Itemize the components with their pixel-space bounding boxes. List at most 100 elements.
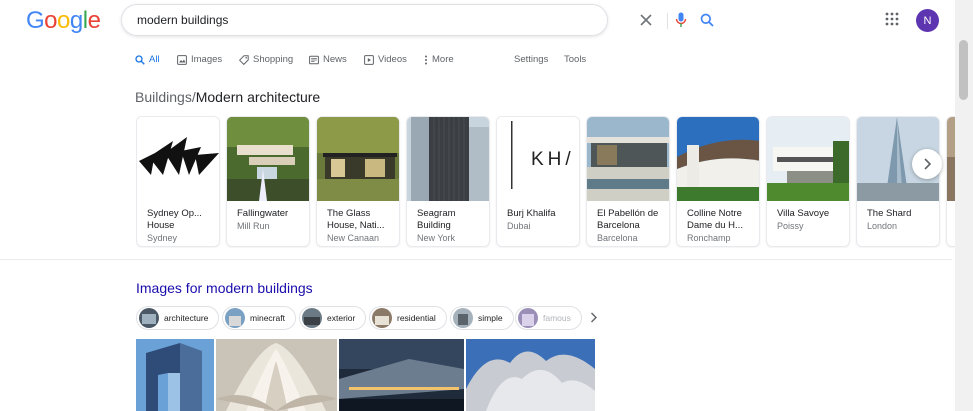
- breadcrumb-category[interactable]: Buildings: [135, 89, 192, 105]
- tab-news[interactable]: News: [309, 54, 347, 65]
- tab-label: Images: [191, 54, 223, 65]
- card-title: Burj Khalifa: [507, 208, 556, 219]
- card-thumbnail: [407, 117, 489, 201]
- carousel-next-button[interactable]: [912, 149, 942, 179]
- carousel-card-villa-savoye[interactable]: Villa Savoye Poissy: [766, 116, 850, 247]
- card-subtitle: Ronchamp: [687, 233, 731, 243]
- tab-label: Shopping: [253, 54, 294, 65]
- chip-thumbnail: [139, 308, 159, 328]
- card-subtitle: Poissy: [777, 221, 804, 231]
- page-scrollbar[interactable]: [955, 0, 973, 411]
- card-title: The Shard: [867, 208, 912, 219]
- card-title: El Pabellón de Barcelona: [597, 208, 659, 231]
- carousel-card-notre-dame-du-haut[interactable]: Colline Notre Dame du H... Ronchamp: [676, 116, 760, 247]
- card-title: Fallingwater: [237, 208, 289, 219]
- card-thumbnail: [767, 117, 849, 201]
- carousel-card-the-shard[interactable]: The Shard London: [856, 116, 940, 247]
- card-thumbnail: [317, 117, 399, 201]
- card-title: Seagram Building: [417, 208, 456, 231]
- apps-grid-icon[interactable]: [885, 12, 899, 26]
- tab-images[interactable]: Images: [177, 54, 222, 65]
- search-icon: [135, 54, 145, 65]
- image-result[interactable]: [136, 339, 214, 411]
- avatar-letter: N: [923, 14, 932, 27]
- knowledge-title: Modern architecture: [195, 89, 321, 105]
- tab-shopping[interactable]: Shopping: [239, 54, 293, 65]
- card-subtitle: London: [867, 221, 898, 231]
- chip-residential[interactable]: residential: [369, 306, 447, 330]
- chip-label: residential: [397, 313, 436, 323]
- image-result[interactable]: [466, 339, 595, 411]
- tab-label: Videos: [378, 54, 407, 65]
- logo-letter: G: [26, 7, 45, 34]
- card-subtitle: Mill Run: [237, 221, 270, 231]
- scrollbar-thumb[interactable]: [959, 40, 968, 100]
- card-title: Sydney Op... House: [147, 208, 202, 231]
- search-icon[interactable]: [698, 11, 716, 29]
- chip-label: exterior: [327, 313, 356, 323]
- tab-label: Settings: [514, 54, 549, 65]
- carousel-card-seagram-building[interactable]: Seagram Building New York: [406, 116, 490, 247]
- carousel-card-fallingwater[interactable]: Fallingwater Mill Run: [226, 116, 310, 247]
- burj-khalifa-logo-text: KH/: [531, 149, 575, 170]
- chip-thumbnail: [453, 308, 473, 328]
- tag-icon: [239, 54, 249, 65]
- logo-letter: o: [44, 7, 58, 34]
- image-result[interactable]: [216, 339, 337, 411]
- tab-all[interactable]: All: [135, 54, 160, 65]
- chip-thumbnail: [372, 308, 392, 328]
- tab-tools[interactable]: Tools: [564, 54, 586, 65]
- chip-thumbnail: [302, 308, 322, 328]
- play-icon: [364, 54, 374, 65]
- microphone-icon[interactable]: [672, 11, 690, 29]
- card-title: The Glass House, Nati...: [327, 208, 385, 231]
- card-thumbnail: KH/: [497, 117, 579, 201]
- logo-letter: e: [87, 7, 101, 34]
- card-subtitle: New Canaan: [327, 233, 380, 243]
- card-subtitle: Sydney: [147, 233, 178, 243]
- account-avatar[interactable]: N: [916, 9, 939, 32]
- chip-thumbnail: [518, 308, 538, 328]
- carousel-card-sydney-opera-house[interactable]: Sydney Op... House Sydney: [136, 116, 220, 247]
- tab-label: Tools: [564, 54, 587, 65]
- logo-letter: g: [69, 7, 83, 34]
- chip-exterior[interactable]: exterior: [299, 306, 367, 330]
- card-thumbnail: [137, 117, 219, 201]
- images-section-heading[interactable]: Images for modern buildings: [136, 280, 313, 296]
- card-title: Villa Savoye: [777, 208, 830, 219]
- search-box[interactable]: modern buildings: [121, 4, 714, 36]
- chip-famous[interactable]: famous: [515, 306, 582, 330]
- card-subtitle: Dubai: [507, 221, 531, 231]
- chip-minecraft[interactable]: minecraft: [222, 306, 296, 330]
- carousel-card-burj-khalifa[interactable]: KH/ Burj Khalifa Dubai: [496, 116, 580, 247]
- chip-label: minecraft: [250, 313, 285, 323]
- card-title: Colline Notre Dame du H...: [687, 208, 743, 231]
- chip-simple[interactable]: simple: [450, 306, 514, 330]
- knowledge-heading: Buildings/Modern architecture: [135, 89, 320, 105]
- card-thumbnail: [227, 117, 309, 201]
- chips-next-icon[interactable]: [590, 311, 597, 326]
- clear-icon[interactable]: [637, 11, 655, 29]
- more-vert-icon: [425, 55, 427, 64]
- google-logo[interactable]: Google: [26, 7, 101, 35]
- image-result[interactable]: [339, 339, 464, 411]
- news-icon: [309, 55, 319, 64]
- carousel-card-glass-house[interactable]: The Glass House, Nati... New Canaan: [316, 116, 400, 247]
- card-thumbnail: [587, 117, 669, 201]
- tab-videos[interactable]: Videos: [364, 54, 407, 65]
- chip-label: famous: [543, 313, 571, 323]
- section-divider: [0, 259, 952, 260]
- chip-architecture[interactable]: architecture: [136, 306, 220, 330]
- chip-label: architecture: [164, 313, 209, 323]
- search-input[interactable]: modern buildings: [137, 13, 228, 27]
- tab-label: News: [323, 54, 347, 65]
- tab-settings[interactable]: Settings: [514, 54, 548, 65]
- logo-letter: o: [57, 7, 70, 34]
- card-subtitle: Barcelona: [597, 233, 638, 243]
- chip-label: simple: [478, 313, 503, 323]
- chip-thumbnail: [225, 308, 245, 328]
- card-thumbnail: [677, 117, 759, 201]
- carousel-card-barcelona-pavilion[interactable]: El Pabellón de Barcelona Barcelona: [586, 116, 670, 247]
- tab-label: All: [149, 54, 160, 65]
- tab-more[interactable]: More: [424, 54, 454, 65]
